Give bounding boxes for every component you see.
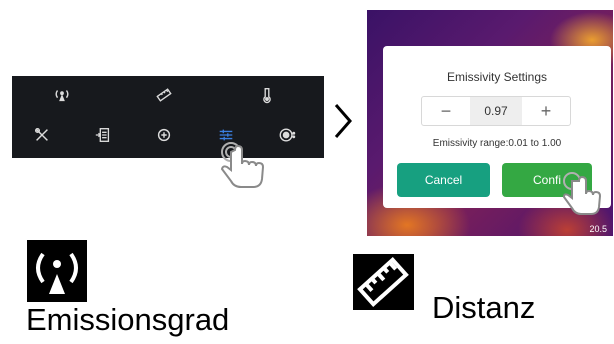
palette-icon[interactable] [278, 126, 296, 144]
toolbar [12, 76, 324, 158]
emissivity-icon[interactable] [53, 86, 71, 104]
emissivity-range-text: Emissivity range:0.01 to 1.00 [432, 138, 562, 149]
report-icon[interactable] [94, 126, 112, 144]
emissivity-icon [27, 240, 87, 302]
decrement-button[interactable]: − [422, 97, 470, 125]
tools-icon[interactable] [33, 126, 51, 144]
tap-hand-icon [560, 170, 610, 222]
ruler-icon [353, 254, 414, 310]
crosshair-icon[interactable] [155, 126, 173, 144]
ruler-icon[interactable] [155, 86, 173, 104]
emission-label: Emissionsgrad [26, 302, 230, 337]
temperature-readout: 20.5 [589, 224, 607, 234]
cancel-button[interactable]: Cancel [397, 163, 490, 197]
emissivity-value[interactable]: 0.97 [470, 97, 522, 125]
emissivity-stepper: − 0.97 + [421, 96, 571, 126]
chevron-right-icon [333, 103, 353, 139]
increment-button[interactable]: + [522, 97, 570, 125]
tap-hand-icon [217, 140, 273, 194]
thermometer-icon[interactable] [258, 86, 276, 104]
distance-label: Distanz [432, 290, 536, 325]
dialog-title: Emissivity Settings [446, 70, 548, 84]
